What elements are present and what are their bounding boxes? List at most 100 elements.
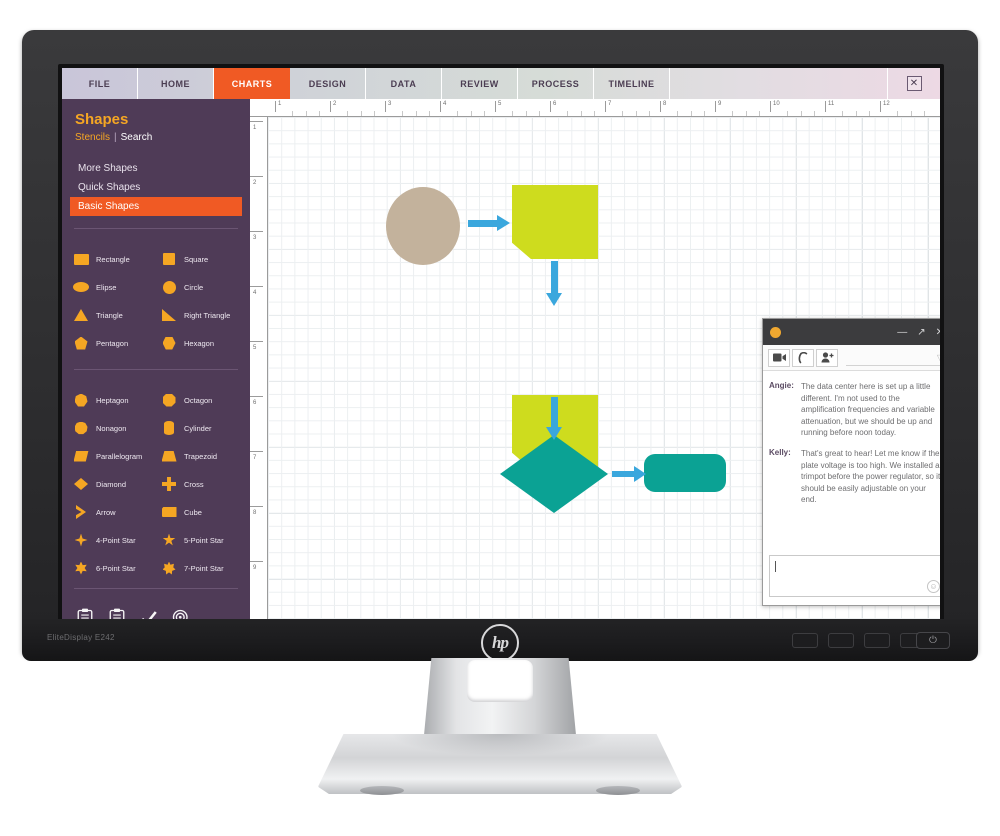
shape-label: Cylinder bbox=[184, 423, 212, 433]
shape-item-star-7[interactable]: 7-Point Star bbox=[160, 554, 248, 582]
shape-palette-extended: Heptagon Octagon Nonagon Cylinder Parall… bbox=[62, 382, 250, 582]
sidebar-links: Stencils | Search bbox=[62, 128, 250, 143]
horizontal-ruler: 1 2 3 4 5 6 7 8 9 10 11 12 bbox=[250, 99, 940, 117]
shape-start-ellipse[interactable] bbox=[386, 187, 460, 265]
tab-review-label: REVIEW bbox=[460, 78, 499, 89]
sidebar-item-basic-shapes[interactable]: Basic Shapes bbox=[70, 197, 242, 216]
sidebar-item-label: More Shapes bbox=[78, 163, 138, 174]
tab-design[interactable]: DESIGN bbox=[290, 68, 366, 99]
ruler-minor-tick-h bbox=[731, 111, 733, 116]
osd-button-3[interactable] bbox=[864, 633, 890, 648]
shape-item-square[interactable]: Square bbox=[160, 245, 248, 273]
tab-review[interactable]: REVIEW bbox=[442, 68, 518, 99]
chat-sender: Kelly: bbox=[769, 447, 791, 457]
osd-button-2[interactable] bbox=[828, 633, 854, 648]
chat-input[interactable]: ☺ bbox=[769, 555, 940, 597]
square-icon bbox=[160, 251, 178, 267]
minimize-icon[interactable]: — bbox=[897, 327, 907, 338]
shape-item-ellipse[interactable]: Elipse bbox=[72, 273, 160, 301]
ruler-minor-tick-h bbox=[456, 111, 458, 116]
sidebar-item-quick-shapes[interactable]: Quick Shapes bbox=[70, 178, 242, 197]
tab-process-label: PROCESS bbox=[531, 78, 580, 89]
shape-item-hexagon[interactable]: Hexagon bbox=[160, 329, 248, 357]
tab-process[interactable]: PROCESS bbox=[518, 68, 594, 99]
chevron-down-icon: ▽ bbox=[936, 352, 940, 362]
chat-sender: Angie: bbox=[769, 381, 794, 390]
star-5-icon bbox=[160, 532, 178, 548]
emoji-icon[interactable]: ☺ bbox=[927, 580, 940, 593]
page-title: Shapes bbox=[75, 111, 129, 128]
shape-item-cylinder[interactable]: Cylinder bbox=[160, 414, 248, 442]
search-link[interactable]: Search bbox=[121, 132, 153, 143]
ruler-tick-h: 6 bbox=[549, 101, 557, 112]
shape-item-star-6[interactable]: 6-Point Star bbox=[72, 554, 160, 582]
sidebar-divider-3 bbox=[74, 588, 238, 589]
shape-item-cross[interactable]: Cross bbox=[160, 470, 248, 498]
hexagon-icon bbox=[160, 335, 178, 351]
shape-label: 4-Point Star bbox=[96, 535, 136, 545]
chat-titlebar[interactable]: — ↗ ✕ bbox=[763, 319, 940, 345]
shape-label: 6-Point Star bbox=[96, 563, 136, 573]
shape-item-diamond[interactable]: Diamond bbox=[72, 470, 160, 498]
tab-data[interactable]: DATA bbox=[366, 68, 442, 99]
ruler-tick-v: 3 bbox=[249, 231, 265, 241]
ruler-minor-tick-h bbox=[649, 111, 651, 116]
chat-window[interactable]: — ↗ ✕ ▽ Angie: The data center here is s… bbox=[762, 318, 940, 606]
avatar bbox=[770, 326, 781, 338]
add-person-icon[interactable] bbox=[816, 348, 838, 367]
shape-label: Rectangle bbox=[96, 254, 130, 264]
osd-button-1[interactable] bbox=[792, 633, 818, 648]
monitor-stand-cable-hole bbox=[467, 660, 533, 702]
shape-item-cube[interactable]: Cube bbox=[160, 498, 248, 526]
shape-item-right-triangle[interactable]: Right Triangle bbox=[160, 301, 248, 329]
chat-toolbar: ▽ bbox=[763, 345, 940, 371]
tab-file[interactable]: FILE bbox=[62, 68, 138, 99]
maximize-icon[interactable]: ↗ bbox=[917, 327, 925, 338]
ruler-tick-h: 2 bbox=[329, 101, 337, 112]
close-icon[interactable]: ✕ bbox=[906, 76, 922, 91]
power-icon[interactable]: ⏻ bbox=[916, 632, 950, 649]
shape-label: Pentagon bbox=[96, 338, 129, 348]
hp-logo: hp bbox=[481, 624, 519, 662]
tab-home[interactable]: HOME bbox=[138, 68, 214, 99]
shape-item-trapezoid[interactable]: Trapezoid bbox=[160, 442, 248, 470]
shape-item-rectangle[interactable]: Rectangle bbox=[72, 245, 160, 273]
connector-1-line bbox=[468, 220, 498, 227]
chat-text: The data center here is set up a little … bbox=[801, 382, 935, 438]
shape-end-rounded-rect[interactable] bbox=[644, 454, 726, 492]
ruler-minor-tick-h bbox=[841, 111, 843, 116]
tab-charts[interactable]: CHARTS bbox=[214, 68, 290, 99]
shape-label: Parallelogram bbox=[96, 451, 143, 461]
shape-item-star-4[interactable]: 4-Point Star bbox=[72, 526, 160, 554]
shape-item-triangle[interactable]: Triangle bbox=[72, 301, 160, 329]
right-triangle-icon bbox=[160, 307, 178, 323]
shape-item-star-5[interactable]: 5-Point Star bbox=[160, 526, 248, 554]
ruler-tick-h: 8 bbox=[659, 101, 667, 112]
chat-filter-field[interactable]: ▽ bbox=[846, 349, 940, 366]
connector-4-head bbox=[634, 466, 646, 482]
ruler-minor-tick-h bbox=[704, 111, 706, 116]
shape-item-heptagon[interactable]: Heptagon bbox=[72, 386, 160, 414]
shape-item-nonagon[interactable]: Nonagon bbox=[72, 414, 160, 442]
ruler-minor-tick-h bbox=[539, 111, 541, 116]
ruler-minor-tick-h bbox=[676, 111, 678, 116]
monitor-chin: EliteDisplay E242 hp ⏻ bbox=[22, 619, 978, 662]
shape-item-circle[interactable]: Circle bbox=[160, 273, 248, 301]
stencils-link[interactable]: Stencils bbox=[75, 132, 110, 143]
shape-item-octagon[interactable]: Octagon bbox=[160, 386, 248, 414]
phone-call-icon[interactable] bbox=[792, 348, 814, 367]
shape-item-arrow[interactable]: Arrow bbox=[72, 498, 160, 526]
shape-item-pentagon[interactable]: Pentagon bbox=[72, 329, 160, 357]
shape-item-parallelogram[interactable]: Parallelogram bbox=[72, 442, 160, 470]
ruler-minor-tick-h bbox=[759, 111, 761, 116]
shape-note-1[interactable] bbox=[512, 185, 598, 259]
connector-2-line bbox=[551, 261, 558, 294]
tab-timeline[interactable]: TIMELINE bbox=[594, 68, 670, 99]
video-call-icon[interactable] bbox=[768, 348, 790, 367]
ruler-minor-tick-h bbox=[415, 111, 417, 116]
close-icon[interactable]: ✕ bbox=[936, 327, 940, 338]
vertical-ruler: 1 2 3 4 5 6 7 8 9 bbox=[249, 117, 268, 638]
sidebar-item-more-shapes[interactable]: More Shapes bbox=[70, 159, 242, 178]
text-caret bbox=[775, 561, 776, 572]
ruler-minor-tick-h bbox=[429, 111, 431, 116]
